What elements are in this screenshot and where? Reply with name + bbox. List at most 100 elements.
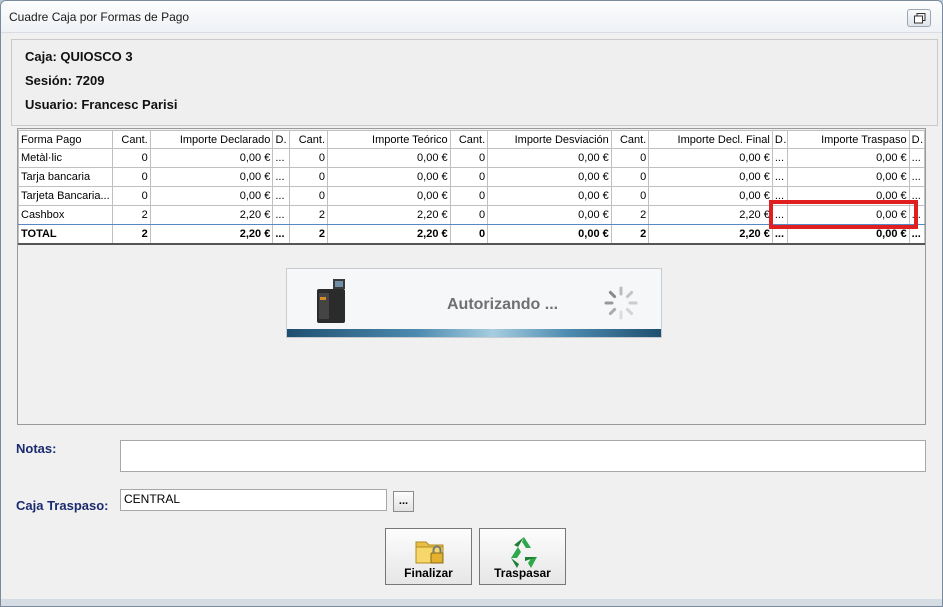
grid-cell[interactable]: ... bbox=[908, 167, 926, 187]
grid-cell[interactable]: TOTAL bbox=[17, 224, 114, 245]
dialog-window: Cuadre Caja por Formas de Pago Caja: QUI… bbox=[0, 0, 943, 607]
caja-traspaso-input[interactable]: CENTRAL bbox=[120, 489, 387, 511]
grid-cell[interactable]: 2 bbox=[112, 224, 151, 245]
grid-cell[interactable]: 2 bbox=[112, 205, 151, 225]
grid-cell[interactable]: 0,00 € bbox=[648, 148, 773, 168]
grid-cell[interactable]: 2,20 € bbox=[149, 224, 274, 245]
grid-cell[interactable]: 0 bbox=[449, 186, 489, 206]
grid-cell[interactable]: 0,00 € bbox=[327, 148, 451, 168]
finalizar-button[interactable]: Finalizar bbox=[385, 528, 472, 585]
grid-cell[interactable]: 0 bbox=[610, 186, 650, 206]
grid-cell[interactable]: ... bbox=[771, 148, 789, 168]
window-bottom-edge bbox=[1, 599, 942, 606]
grid-cell[interactable]: 0,00 € bbox=[487, 148, 612, 168]
grid-cell[interactable]: 2,20 € bbox=[327, 224, 451, 245]
grid-column-header[interactable]: Importe Decl. Final bbox=[648, 130, 773, 149]
session-info-panel: Caja: QUIOSCO 3 Sesión: 7209 Usuario: Fr… bbox=[11, 39, 938, 126]
grid-column-header[interactable]: Importe Desviación bbox=[487, 130, 612, 149]
importe-traspaso-highlight bbox=[769, 200, 918, 229]
grid-cell[interactable]: 0 bbox=[288, 167, 329, 187]
restore-button[interactable] bbox=[907, 9, 931, 27]
grid-cell[interactable]: ... bbox=[272, 224, 290, 245]
grid-cell[interactable]: 0 bbox=[288, 186, 329, 206]
cash-device-icon bbox=[317, 279, 345, 323]
grid-cell[interactable]: 0 bbox=[112, 148, 151, 168]
grid-cell[interactable]: 0,00 € bbox=[327, 186, 451, 206]
grid-cell[interactable]: Metàl·lic bbox=[17, 148, 114, 168]
traspasar-button[interactable]: Traspasar bbox=[479, 528, 566, 585]
grid-cell[interactable]: 2,20 € bbox=[327, 205, 451, 225]
notas-label: Notas: bbox=[16, 441, 57, 456]
grid-cell[interactable]: ... bbox=[771, 167, 789, 187]
grid-column-header[interactable]: D. bbox=[272, 130, 290, 149]
title-bar: Cuadre Caja por Formas de Pago bbox=[1, 1, 942, 33]
grid-cell[interactable]: Tarjeta Bancaria... bbox=[17, 186, 114, 206]
grid-cell[interactable]: 0 bbox=[449, 205, 489, 225]
grid-cell[interactable]: 2 bbox=[610, 224, 650, 245]
grid-column-header[interactable]: Cant. bbox=[288, 130, 329, 149]
finalizar-label: Finalizar bbox=[404, 566, 453, 580]
caja-traspaso-label: Caja Traspaso: bbox=[16, 498, 109, 513]
grid-header-row: Forma Pago Cant. Importe Declarado D. Cant. I… bbox=[17, 130, 926, 149]
grid-column-header[interactable]: Importe Traspaso bbox=[787, 130, 910, 149]
traspasar-label: Traspasar bbox=[494, 566, 551, 580]
loading-spinner-icon bbox=[604, 286, 638, 320]
grid-cell[interactable]: 0,00 € bbox=[149, 167, 274, 187]
grid-cell[interactable]: 0 bbox=[112, 167, 151, 187]
folder-lock-icon bbox=[415, 541, 444, 564]
grid-cell[interactable]: ... bbox=[272, 167, 290, 187]
grid-column-header[interactable]: D. bbox=[771, 130, 789, 149]
grid-cell[interactable]: ... bbox=[908, 148, 926, 168]
grid-cell[interactable]: Cashbox bbox=[17, 205, 114, 225]
grid-cell[interactable]: 2,20 € bbox=[648, 205, 773, 225]
grid-cell[interactable]: 0,00 € bbox=[787, 148, 910, 168]
grid-cell[interactable]: 0,00 € bbox=[487, 167, 612, 187]
grid-column-header[interactable]: Importe Declarado bbox=[149, 130, 274, 149]
authorization-panel: Autorizando ... bbox=[286, 268, 662, 338]
window-title: Cuadre Caja por Formas de Pago bbox=[9, 10, 190, 24]
grid-cell[interactable]: 0,00 € bbox=[787, 167, 910, 187]
grid-cell[interactable]: ... bbox=[272, 186, 290, 206]
grid-cell[interactable]: Tarja bancaria bbox=[17, 167, 114, 187]
grid-cell[interactable]: 2,20 € bbox=[149, 205, 274, 225]
table-row[interactable]: Metàl·lic 0 0,00 €... 0 0,00 €0 0,00 €0 0,00 €… bbox=[17, 148, 926, 168]
table-row[interactable]: Tarja bancaria 0 0,00 €... 0 0,00 €0 0,00 €0 0… bbox=[17, 167, 926, 187]
grid-cell[interactable]: 0 bbox=[449, 167, 489, 187]
grid-cell[interactable]: 2,20 € bbox=[648, 224, 773, 245]
grid-cell[interactable]: 0 bbox=[449, 148, 489, 168]
authorization-progress-stripe bbox=[287, 329, 661, 337]
grid-cell[interactable]: 0,00 € bbox=[487, 186, 612, 206]
grid-cell[interactable]: 0 bbox=[610, 148, 650, 168]
grid-cell[interactable]: 0 bbox=[288, 148, 329, 168]
grid-cell[interactable]: 0,00 € bbox=[149, 186, 274, 206]
grid-column-header[interactable]: D. bbox=[908, 130, 926, 149]
grid-cell[interactable]: 0,00 € bbox=[487, 224, 612, 245]
grid-cell[interactable]: 0 bbox=[112, 186, 151, 206]
sesion-label: Sesión: 7209 bbox=[25, 73, 105, 88]
notas-input[interactable] bbox=[120, 440, 926, 472]
grid-column-header[interactable]: Cant. bbox=[449, 130, 489, 149]
grid-column-header[interactable]: Forma Pago bbox=[17, 130, 114, 149]
grid-column-header[interactable]: Cant. bbox=[112, 130, 151, 149]
grid-cell[interactable]: 0,00 € bbox=[648, 186, 773, 206]
grid-cell[interactable]: 2 bbox=[288, 224, 329, 245]
grid-cell[interactable]: 0,00 € bbox=[487, 205, 612, 225]
authorizing-message: Autorizando ... bbox=[447, 296, 559, 313]
grid-cell[interactable]: ... bbox=[272, 205, 290, 225]
grid-cell[interactable]: 2 bbox=[288, 205, 329, 225]
grid-cell[interactable]: ... bbox=[272, 148, 290, 168]
grid-cell[interactable]: 0,00 € bbox=[327, 167, 451, 187]
grid-cell[interactable]: 2 bbox=[610, 205, 650, 225]
grid-cell[interactable]: 0 bbox=[610, 167, 650, 187]
grid-cell[interactable]: 0,00 € bbox=[149, 148, 274, 168]
restore-icon bbox=[914, 13, 926, 24]
payment-grid-area: Forma Pago Cant. Importe Declarado D. Cant. I… bbox=[17, 128, 926, 425]
grid-column-header[interactable]: Importe Teórico bbox=[327, 130, 451, 149]
caja-traspaso-browse-button[interactable]: ... bbox=[393, 491, 414, 512]
grid-cell[interactable]: 0,00 € bbox=[648, 167, 773, 187]
usuario-label: Usuario: Francesc Parisi bbox=[25, 97, 178, 112]
grid-column-header[interactable]: Cant. bbox=[610, 130, 650, 149]
recycle-icon bbox=[511, 537, 537, 568]
caja-label: Caja: QUIOSCO 3 bbox=[25, 49, 133, 64]
grid-cell[interactable]: 0 bbox=[449, 224, 489, 245]
